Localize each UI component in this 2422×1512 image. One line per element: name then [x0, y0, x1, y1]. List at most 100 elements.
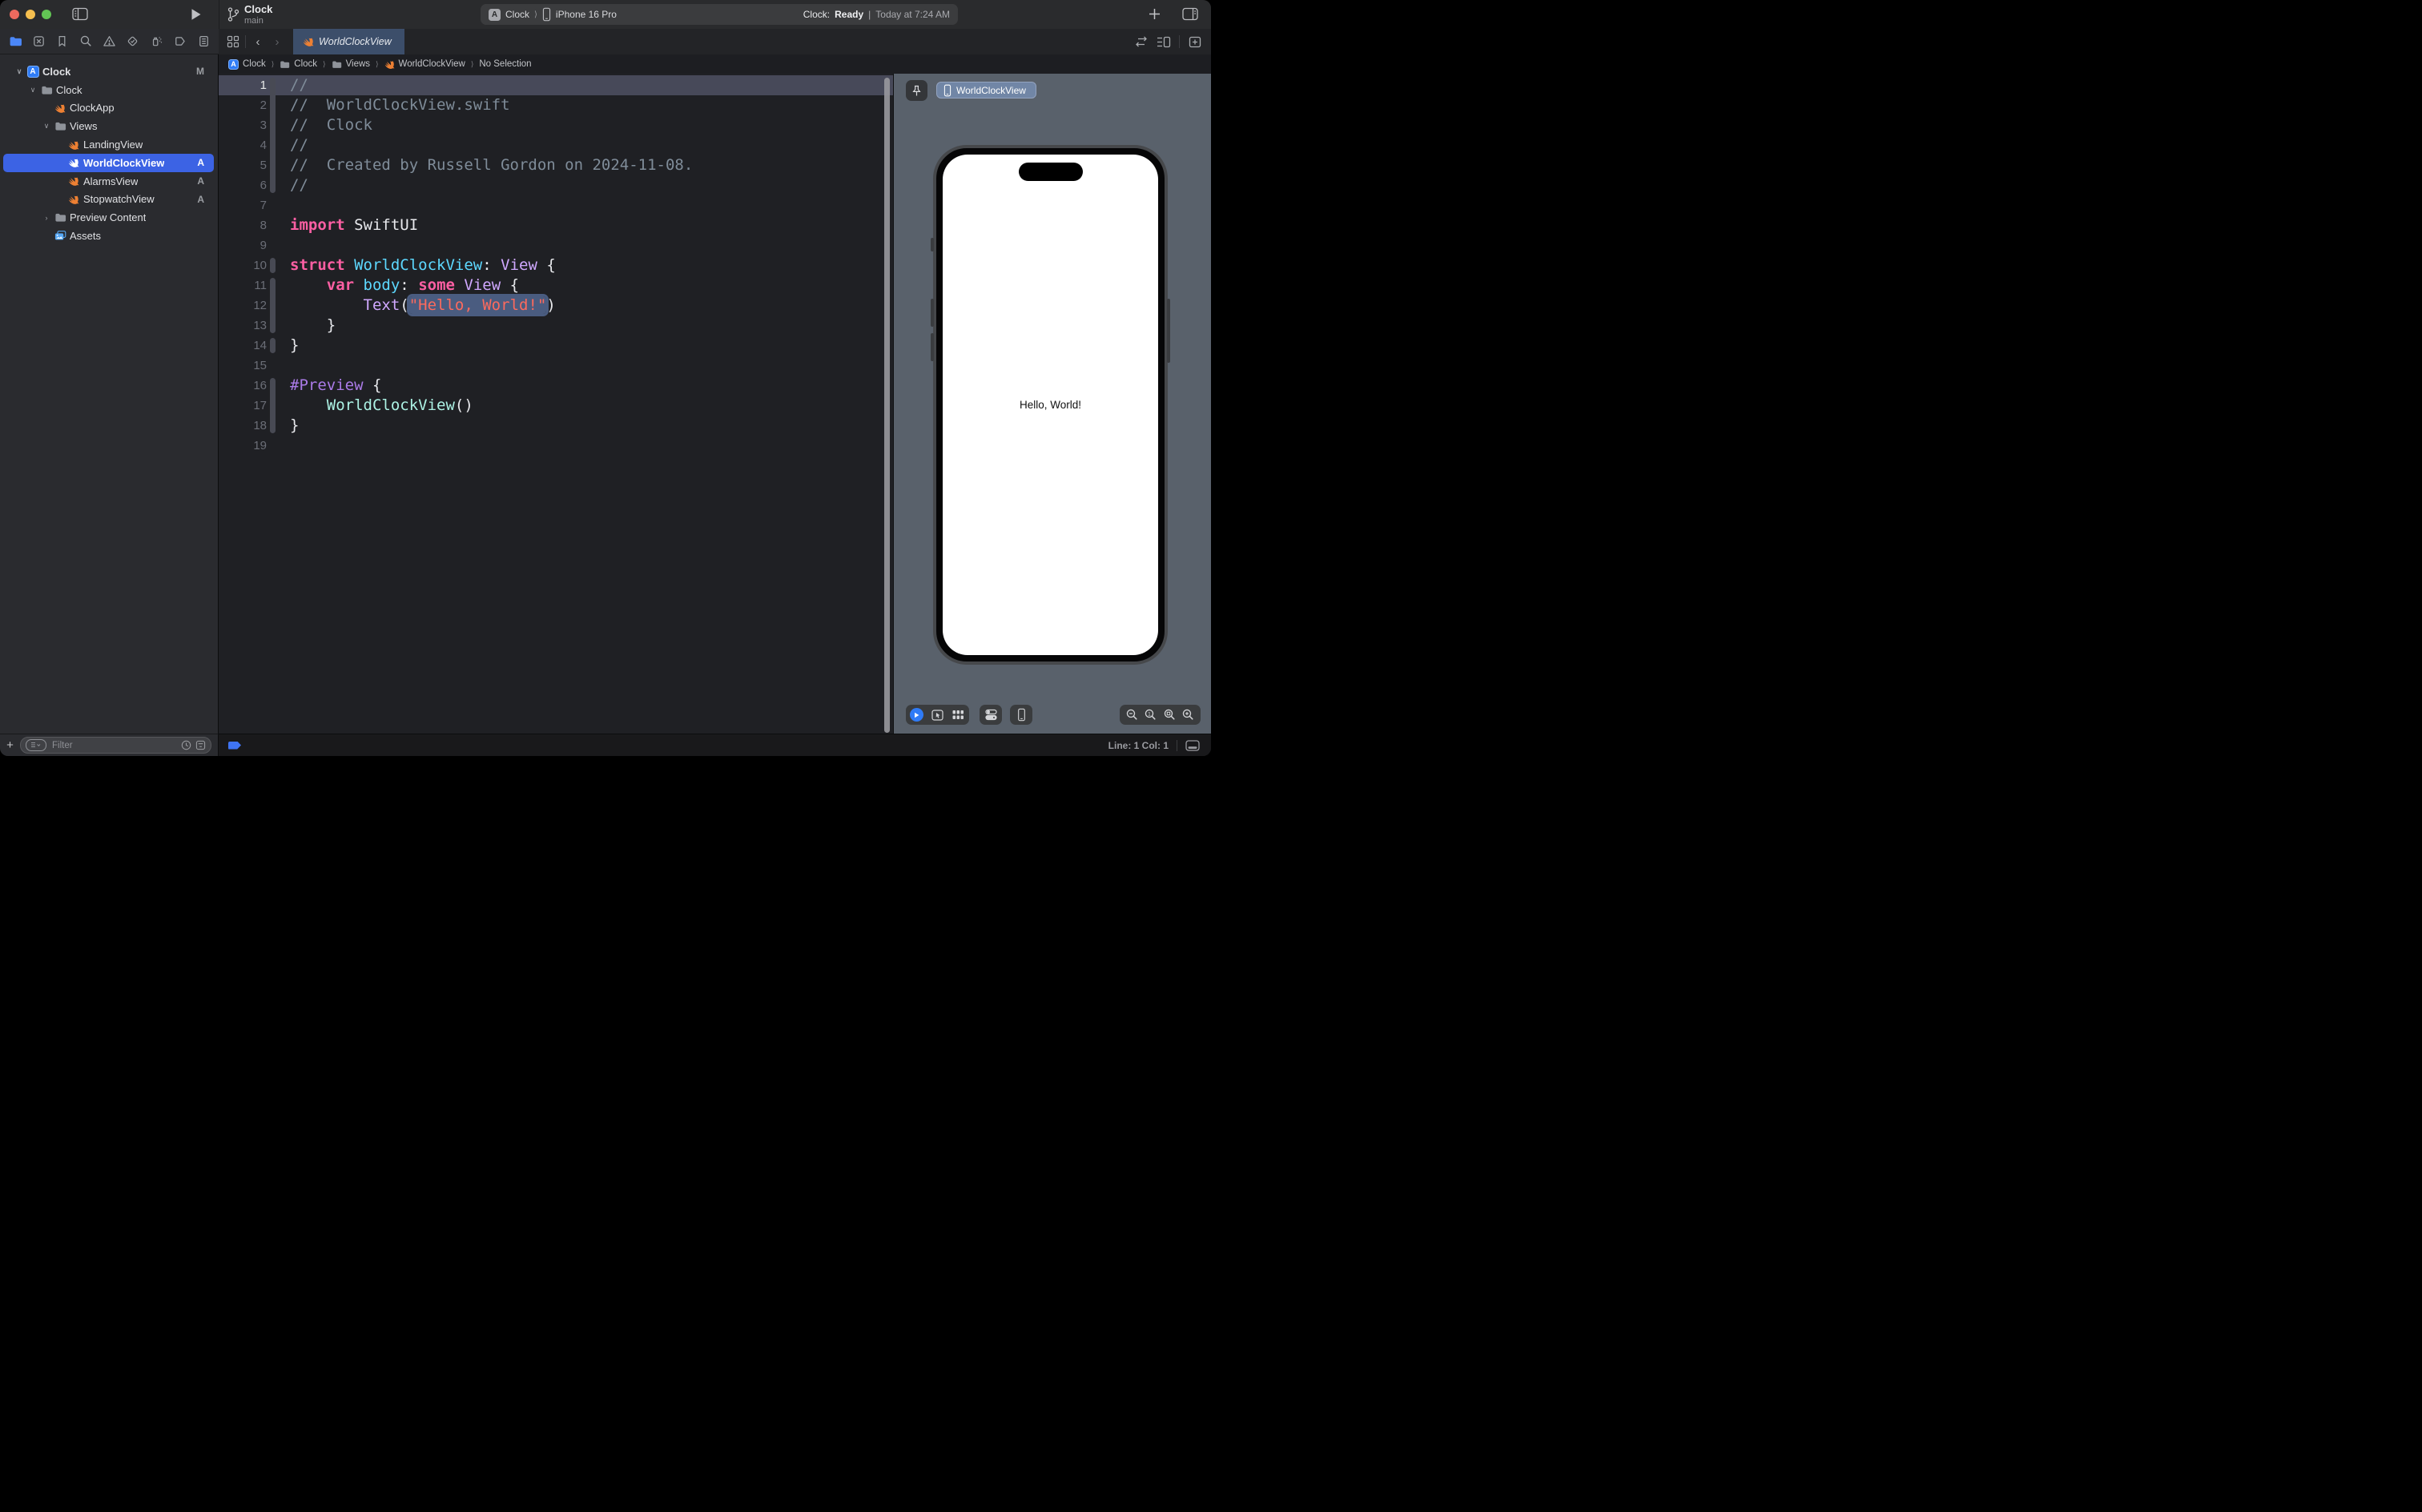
bottom-bar-toggle-icon[interactable]	[1185, 739, 1200, 751]
code-editor[interactable]: 1//2// WorldClockView.swift 3// Clock 4//5…	[219, 74, 893, 734]
swap-editor-icon[interactable]	[1132, 32, 1151, 51]
navigator-tab-issues[interactable]	[101, 33, 119, 50]
live-preview-button[interactable]	[906, 705, 927, 725]
preview-zoom-group: 1	[1120, 705, 1201, 725]
breadcrumb-selection[interactable]: No Selection	[479, 59, 531, 69]
toggle-left-sidebar-icon[interactable]	[72, 7, 88, 21]
line-number[interactable]: 4	[219, 135, 267, 155]
pin-preview-button[interactable]	[906, 80, 927, 101]
sidebar-item-alarmsview[interactable]: AlarmsView A	[3, 172, 214, 191]
navigator-tab-reports[interactable]	[195, 33, 212, 50]
sidebar-item-clock[interactable]: ∨ A Clock M	[3, 62, 214, 81]
line-number[interactable]: 15	[219, 356, 267, 376]
preview-screen[interactable]: Hello, World!	[943, 155, 1158, 655]
editor-scrollbar[interactable]	[884, 78, 890, 733]
code-token: :	[482, 256, 501, 274]
breadcrumb-folder-views[interactable]: Views	[332, 59, 370, 70]
disclosure-down-icon[interactable]: ∨	[27, 86, 38, 94]
filter-options-icon[interactable]	[26, 739, 46, 751]
code-fold-ribbon[interactable]	[270, 278, 276, 333]
zoom-fit-button[interactable]	[1163, 708, 1177, 722]
line-number[interactable]: 8	[219, 215, 267, 235]
line-number[interactable]: 18	[219, 416, 267, 436]
code-fold-ribbon[interactable]	[270, 258, 276, 273]
filter-input[interactable]	[50, 739, 177, 751]
go-forward-button[interactable]: ›	[268, 32, 287, 51]
sidebar-item-preview-content[interactable]: › Preview Content	[3, 208, 214, 227]
navigator-tab-debug[interactable]	[147, 33, 165, 50]
preview-device-button[interactable]	[1010, 705, 1032, 725]
zoom-100-button[interactable]: 1	[1144, 708, 1157, 722]
line-number[interactable]: 11	[219, 275, 267, 296]
line-number[interactable]: 9	[219, 235, 267, 255]
zoom-window-button[interactable]	[42, 10, 51, 19]
navigator-tab-breakpoints[interactable]	[171, 33, 189, 50]
line-number[interactable]: 7	[219, 195, 267, 215]
line-number[interactable]: 16	[219, 376, 267, 396]
navigator-tab-source-control-changes[interactable]	[30, 33, 47, 50]
toggle-right-sidebar-icon[interactable]	[1182, 7, 1198, 21]
line-number[interactable]: 10	[219, 255, 267, 275]
line-number[interactable]: 17	[219, 396, 267, 416]
disclosure-right-icon[interactable]: ›	[41, 214, 52, 222]
editor-options-icon[interactable]	[1154, 32, 1173, 51]
breadcrumb-project[interactable]: A Clock	[228, 58, 266, 70]
code-line-12: 12 Text("Hello, World!")	[219, 296, 893, 316]
go-back-button[interactable]: ‹	[248, 32, 268, 51]
line-number[interactable]: 12	[219, 296, 267, 316]
swift-icon	[66, 139, 82, 151]
line-col-indicator[interactable]: Line: 1 Col: 1	[1108, 740, 1169, 751]
close-window-button[interactable]	[10, 10, 19, 19]
filter-field[interactable]	[20, 737, 211, 754]
activity-status-pill[interactable]: A Clock ⟩ iPhone 16 Pro Clock: Ready | T…	[481, 4, 958, 25]
line-number[interactable]: 2	[219, 95, 267, 115]
add-editor-icon[interactable]	[1185, 32, 1205, 51]
line-number[interactable]: 3	[219, 115, 267, 135]
code-token: // Clock	[290, 116, 372, 134]
variants-mode-button[interactable]	[947, 705, 968, 725]
sidebar-item-worldclockview[interactable]: WorldClockView A	[3, 153, 214, 172]
sidebar-item-label: Clock	[56, 83, 82, 96]
navigator-tab-bookmarks[interactable]	[54, 33, 71, 50]
add-button[interactable]	[1149, 8, 1161, 20]
device-settings-button[interactable]	[980, 705, 1002, 725]
navigator-tab-tests[interactable]	[124, 33, 142, 50]
scheme-name[interactable]: Clock	[244, 3, 272, 15]
code-fold-ribbon[interactable]	[270, 378, 276, 433]
line-number[interactable]: 14	[219, 336, 267, 356]
disclosure-down-icon[interactable]: ∨	[14, 67, 25, 76]
run-destination[interactable]: A Clock ⟩ iPhone 16 Pro	[489, 7, 617, 22]
sidebar-item-assets[interactable]: Assets	[3, 227, 214, 245]
zoom-out-button[interactable]	[1125, 708, 1139, 722]
line-number[interactable]: 6	[219, 175, 267, 195]
breadcrumb-folder-clock[interactable]: Clock	[280, 59, 317, 70]
breadcrumb-file[interactable]: WorldClockView	[384, 59, 465, 70]
sidebar-item-views[interactable]: ∨ Views	[3, 117, 214, 135]
run-button[interactable]	[191, 8, 202, 21]
line-number[interactable]: 13	[219, 316, 267, 336]
selectable-mode-button[interactable]	[927, 705, 947, 725]
add-file-button[interactable]: +	[0, 738, 20, 752]
sidebar-item-stopwatchview[interactable]: StopwatchView A	[3, 191, 214, 209]
line-number[interactable]: 19	[219, 436, 267, 456]
related-items-icon[interactable]	[223, 32, 243, 51]
line-number[interactable]: 1	[219, 75, 267, 95]
line-number[interactable]: 5	[219, 155, 267, 175]
sidebar-item-clock[interactable]: ∨ Clock	[3, 81, 214, 99]
recent-files-icon[interactable]	[181, 740, 191, 750]
source-control-filter-icon[interactable]	[195, 740, 206, 750]
disclosure-down-icon[interactable]: ∨	[41, 122, 52, 131]
tab-worldclockview[interactable]: WorldClockView	[293, 29, 404, 54]
preview-target-pill[interactable]: WorldClockView	[936, 82, 1036, 99]
minimize-window-button[interactable]	[26, 10, 35, 19]
navigator-tab-project[interactable]	[6, 33, 24, 50]
code-fold-ribbon[interactable]	[270, 78, 276, 193]
dynamic-island	[1018, 163, 1083, 181]
sidebar-item-clockapp[interactable]: ClockApp	[3, 99, 214, 118]
code-fold-ribbon[interactable]	[270, 338, 276, 353]
navigator-tab-find[interactable]	[77, 33, 95, 50]
sidebar-item-landingview[interactable]: LandingView	[3, 135, 214, 154]
zoom-in-button[interactable]	[1181, 708, 1195, 722]
breakpoints-indicator[interactable]	[228, 741, 241, 750]
